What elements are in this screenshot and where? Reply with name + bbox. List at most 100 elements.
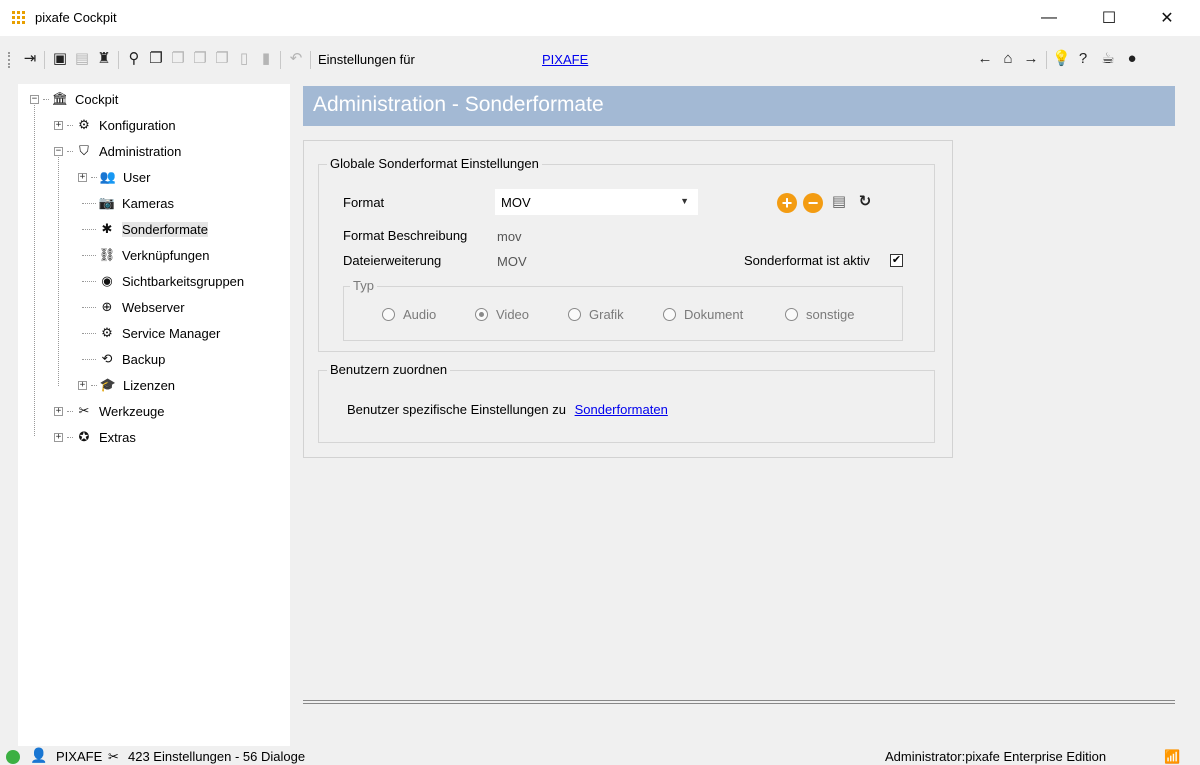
format-active-checkbox[interactable]: ✔	[890, 254, 903, 267]
settings-for-link[interactable]: PIXAFE	[542, 52, 588, 67]
horizontal-splitter[interactable]	[303, 700, 1175, 704]
undo-icon[interactable]: ↶	[288, 50, 304, 68]
copy-icon[interactable]: ❐	[148, 50, 164, 68]
format-description-value: mov	[497, 229, 522, 244]
copy-special-icon[interactable]: ❐	[192, 50, 208, 68]
toolbar-separator	[1046, 51, 1047, 69]
assign-users-description: Benutzer spezifische Einstellungen zu	[347, 402, 566, 417]
search-icon[interactable]: ⚲	[126, 50, 142, 68]
toolbar-grip[interactable]	[8, 52, 10, 68]
status-counts: 423 Einstellungen - 56 Dialoge	[128, 749, 306, 764]
copy-disabled-icon[interactable]: ❐	[170, 50, 186, 68]
refresh-icon[interactable]: ↻	[857, 193, 873, 211]
radio-icon	[382, 308, 395, 321]
type-radio-video[interactable]: Video	[475, 307, 529, 322]
expand-icon[interactable]: +	[54, 432, 63, 442]
tree-item-label: Sonderformate	[122, 221, 208, 237]
tree-item-kameras[interactable]: 📷 Kameras	[82, 190, 174, 216]
assign-users-legend: Benutzern zuordnen	[327, 362, 451, 377]
tree-item-sichtbarkeitsgruppen[interactable]: ◉ Sichtbarkeitsgruppen	[82, 268, 244, 294]
status-user: PIXAFE	[56, 749, 103, 764]
users-icon: 👥	[99, 169, 117, 184]
radio-icon	[785, 308, 798, 321]
tree-item-label: User	[123, 169, 151, 185]
type-radio-dokument[interactable]: Dokument	[663, 307, 743, 322]
tree-item-werkzeuge[interactable]: + ✂ Werkzeuge	[54, 398, 165, 424]
file-extension-value: MOV	[497, 254, 527, 269]
new-window-icon[interactable]: ▣	[52, 50, 68, 68]
navigation-tree: − 🏛 Cockpit + ⚙ Konfiguration − ⛉ Admini…	[18, 84, 290, 746]
gear-icon: ⚙	[78, 117, 90, 132]
binoculars-icon[interactable]: ♜	[96, 50, 112, 68]
add-format-button[interactable]: +	[777, 193, 797, 213]
status-edition: Administrator:pixafe Enterprise Edition	[885, 749, 1107, 764]
exit-icon[interactable]: ⇥	[22, 50, 38, 68]
star-icon: ✪	[78, 429, 90, 444]
remove-format-button[interactable]: −	[803, 193, 823, 213]
tree-item-user[interactable]: + 👥 User	[78, 164, 150, 190]
content-panel: Globale Sonderformat Einstellungen Forma…	[303, 140, 953, 458]
cockpit-icon: 🏛	[51, 91, 69, 106]
shield-icon: ⛉	[79, 143, 89, 158]
sonderformaten-link[interactable]: Sonderformaten	[575, 402, 668, 417]
tree-item-label: Cockpit	[75, 91, 119, 107]
home-icon[interactable]: ⌂	[1000, 50, 1016, 68]
maximize-button[interactable]: ☐	[1094, 4, 1124, 32]
tree-item-konfiguration[interactable]: + ⚙ Konfiguration	[54, 112, 176, 138]
tree-item-lizenzen[interactable]: + 🎓 Lizenzen	[78, 372, 175, 398]
tree-item-webserver[interactable]: ⊕ Webserver	[82, 294, 185, 320]
save-icon[interactable]: ▤	[74, 50, 90, 68]
forward-arrow-icon[interactable]: →	[1023, 50, 1039, 68]
clipboard-icon[interactable]: ▯	[236, 50, 252, 68]
camera-icon: 📷	[98, 195, 116, 210]
wifi-icon: 📶	[1164, 749, 1181, 764]
global-settings-legend: Globale Sonderformat Einstellungen	[327, 156, 542, 171]
tree-item-verknuepfungen[interactable]: ⛓ Verknüpfungen	[82, 242, 209, 268]
expand-icon[interactable]: +	[54, 406, 63, 416]
type-radio-audio[interactable]: Audio	[382, 307, 436, 322]
user-account-icon[interactable]: ●	[1124, 50, 1140, 68]
collapse-icon[interactable]: −	[54, 146, 63, 156]
tree-item-backup[interactable]: ⟲ Backup	[82, 346, 165, 372]
radio-label: Video	[496, 307, 530, 322]
format-label: Format	[343, 195, 385, 210]
tree-item-sonderformate[interactable]: ✱ Sonderformate	[82, 216, 208, 242]
expand-icon[interactable]: +	[54, 120, 63, 130]
toolbar-separator	[280, 51, 281, 69]
tree-item-extras[interactable]: + ✪ Extras	[54, 424, 136, 450]
tree-item-administration[interactable]: − ⛉ Administration	[54, 138, 181, 164]
tree-item-label: Administration	[99, 143, 182, 159]
type-group: Typ Audio Video Grafik Dokument sonstige	[343, 278, 903, 341]
expand-icon[interactable]: +	[78, 380, 87, 390]
radio-label: sonstige	[806, 307, 855, 322]
lightbulb-icon[interactable]: 💡	[1052, 50, 1071, 68]
expand-icon[interactable]: +	[78, 172, 87, 182]
tree-item-cockpit[interactable]: − 🏛 Cockpit	[30, 86, 118, 112]
support-icon[interactable]: ☕	[1100, 50, 1116, 68]
type-legend: Typ	[350, 278, 377, 293]
duplicate-icon[interactable]: ❐	[214, 50, 230, 68]
settings-for-label: Einstellungen für	[318, 52, 415, 67]
save-format-icon[interactable]: ▤	[831, 193, 847, 211]
tools-icon: ✂	[108, 749, 119, 764]
help-icon[interactable]: ?	[1075, 50, 1091, 68]
format-description-label: Format Beschreibung	[343, 228, 468, 243]
radio-icon	[568, 308, 581, 321]
paste-icon[interactable]: ▮	[258, 50, 274, 68]
type-radio-grafik[interactable]: Grafik	[568, 307, 624, 322]
back-arrow-icon[interactable]: ←	[977, 50, 993, 68]
puzzle-icon: ✱	[101, 221, 113, 236]
history-icon: ⟲	[101, 351, 113, 366]
assign-users-text: Benutzer spezifische Einstellungen zu So…	[347, 402, 668, 417]
format-select[interactable]: MOV ▼	[495, 189, 698, 215]
tree-item-label: Konfiguration	[99, 117, 176, 133]
type-radio-sonstige[interactable]: sonstige	[785, 307, 854, 322]
minimize-button[interactable]: —	[1034, 4, 1064, 32]
collapse-icon[interactable]: −	[30, 94, 39, 104]
link-icon: ⛓	[98, 247, 116, 262]
radio-label: Grafik	[589, 307, 624, 322]
toolbar-separator	[310, 51, 311, 69]
tree-item-service-manager[interactable]: ⚙ Service Manager	[82, 320, 220, 346]
app-logo-icon	[12, 11, 25, 24]
close-button[interactable]: ✕	[1152, 4, 1182, 32]
